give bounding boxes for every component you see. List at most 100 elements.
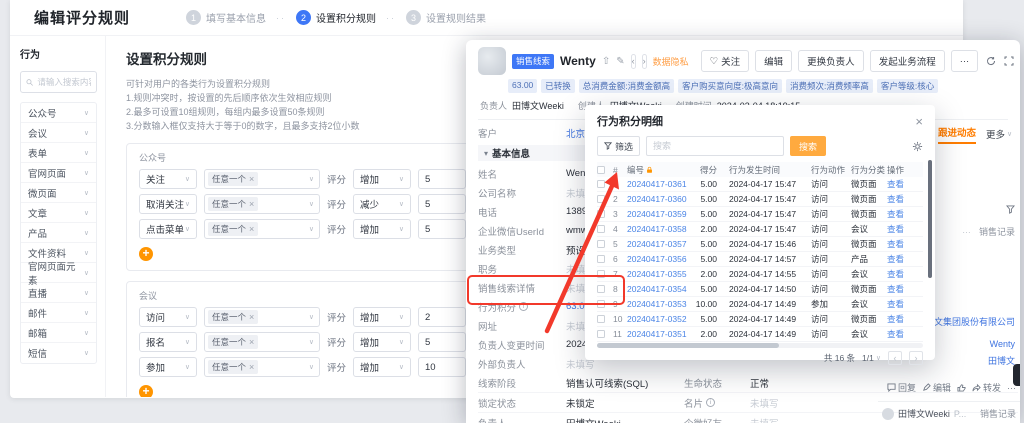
view-link[interactable]: 查看 <box>887 178 911 190</box>
change-owner-button[interactable]: 更换负责人 <box>798 50 864 72</box>
record-number-link[interactable]: 20240417-0359 <box>627 209 687 219</box>
action-select[interactable]: 访问∨ <box>139 307 197 327</box>
forward-button[interactable]: 转发 <box>972 381 1001 394</box>
record-number-link[interactable]: 20240417-0360 <box>627 194 687 204</box>
modal-search-input[interactable] <box>646 136 784 156</box>
row-checkbox[interactable] <box>597 210 605 218</box>
record-number-link[interactable]: 20240417-0351 <box>627 329 687 339</box>
vertical-scrollbar[interactable] <box>928 160 932 278</box>
follow-button[interactable]: ♡关注 <box>701 50 750 72</box>
edit-record-button[interactable]: 编辑 <box>922 381 951 394</box>
record-number-link[interactable]: 20240417-0352 <box>627 314 687 324</box>
operation-select[interactable]: 增加∨ <box>353 332 411 352</box>
view-link[interactable]: 查看 <box>887 223 911 235</box>
row-checkbox[interactable] <box>597 195 605 203</box>
view-link[interactable]: 查看 <box>887 313 911 325</box>
row-checkbox[interactable] <box>597 240 605 248</box>
view-link[interactable]: 查看 <box>887 283 911 295</box>
lead-tag[interactable]: 客户等级:核心 <box>877 79 938 93</box>
sidebar-category-item[interactable]: 产品 ∨ <box>21 223 96 243</box>
score-input[interactable] <box>418 219 466 239</box>
remove-tag-icon[interactable]: × <box>249 362 254 372</box>
sidebar-category-item[interactable]: 表单 ∨ <box>21 143 96 163</box>
step-basic-info[interactable]: 1 填写基本信息 <box>186 10 266 25</box>
sidebar-category-item[interactable]: 文章 ∨ <box>21 203 96 223</box>
view-link[interactable]: 查看 <box>887 298 911 310</box>
record-number-link[interactable]: 20240417-0355 <box>627 269 687 279</box>
sidebar-category-item[interactable]: 公众号 ∨ <box>21 103 96 123</box>
row-checkbox[interactable] <box>597 315 605 323</box>
reply-button[interactable]: 回复 <box>887 381 916 394</box>
info-icon[interactable]: i <box>706 398 715 407</box>
row-checkbox[interactable] <box>597 225 605 233</box>
row-checkbox[interactable] <box>597 270 605 278</box>
remove-tag-icon[interactable]: × <box>249 337 254 347</box>
lead-tag[interactable]: 63.00 <box>508 79 537 93</box>
remove-tag-icon[interactable]: × <box>249 199 254 209</box>
feed-user-link[interactable]: 田博文 <box>988 354 1015 367</box>
sidebar-category-item[interactable]: 会议 ∨ <box>21 123 96 143</box>
data-privacy-link[interactable]: 数据隐私 <box>653 55 689 68</box>
side-drawer-handle[interactable] <box>1013 364 1020 386</box>
lead-tag[interactable]: 已转换 <box>541 79 575 93</box>
prev-page-button[interactable]: ‹ <box>888 351 902 365</box>
modal-search-button[interactable]: 搜索 <box>790 136 826 156</box>
operation-select[interactable]: 增加∨ <box>353 169 411 189</box>
sidebar-category-item[interactable]: 邮件 ∨ <box>21 303 96 323</box>
view-link[interactable]: 查看 <box>887 238 911 250</box>
add-rule-button[interactable]: + <box>139 247 153 261</box>
target-multiselect[interactable]: 任意一个× ∨ <box>204 219 320 239</box>
row-checkbox[interactable] <box>597 285 605 293</box>
remove-tag-icon[interactable]: × <box>249 174 254 184</box>
score-input[interactable] <box>418 357 466 377</box>
operation-select[interactable]: 增加∨ <box>353 307 411 327</box>
score-input[interactable] <box>418 307 466 327</box>
fullscreen-icon[interactable] <box>1004 56 1014 66</box>
action-select[interactable]: 点击菜单∨ <box>139 219 197 239</box>
edit-button[interactable]: 编辑 <box>755 50 792 72</box>
row-checkbox[interactable] <box>597 330 605 338</box>
edit-icon[interactable]: ✎ <box>616 56 624 67</box>
tab-activity[interactable]: 跟进动态 <box>938 125 976 144</box>
feed-contact-link[interactable]: Wenty <box>990 339 1015 349</box>
row-checkbox[interactable] <box>597 300 605 308</box>
lead-tag[interactable]: 客户购买意向度:极高意向 <box>678 79 782 93</box>
target-multiselect[interactable]: 任意一个× ∨ <box>204 307 320 327</box>
view-link[interactable]: 查看 <box>887 193 911 205</box>
next-record-button[interactable]: › <box>642 54 647 69</box>
close-icon[interactable]: × <box>915 115 923 128</box>
next-page-button[interactable]: › <box>909 351 923 365</box>
record-number-link[interactable]: 20240417-0356 <box>627 254 687 264</box>
remove-tag-icon[interactable]: × <box>249 312 254 322</box>
lead-tag[interactable]: 消费频次:消费频率高 <box>786 79 873 93</box>
info-icon[interactable]: i <box>519 302 528 311</box>
record-number-link[interactable]: 20240417-0357 <box>627 239 687 249</box>
operation-select[interactable]: 增加∨ <box>353 357 411 377</box>
step-rule-result[interactable]: 3 设置规则结果 <box>406 10 486 25</box>
sidebar-category-item[interactable]: 官网页面元素 ∨ <box>21 263 96 283</box>
view-link[interactable]: 查看 <box>887 253 911 265</box>
record-number-link[interactable]: 20240417-0353 <box>627 299 687 309</box>
view-link[interactable]: 查看 <box>887 208 911 220</box>
start-workflow-button[interactable]: 发起业务流程 <box>870 50 945 72</box>
score-input[interactable] <box>418 169 466 189</box>
filter-button[interactable]: 筛选 <box>597 136 640 156</box>
lead-tag[interactable]: 总消费金额:消费金额高 <box>579 79 674 93</box>
target-multiselect[interactable]: 任意一个× ∨ <box>204 332 320 352</box>
row-checkbox[interactable] <box>597 180 605 188</box>
feed-entry[interactable]: …销售记录 <box>962 225 1015 238</box>
action-select[interactable]: 取消关注∨ <box>139 194 197 214</box>
refresh-icon[interactable] <box>986 56 996 66</box>
record-number-link[interactable]: 20240417-0358 <box>627 224 687 234</box>
more-actions-button[interactable]: ··· <box>951 50 979 72</box>
sidebar-category-item[interactable]: 邮箱 ∨ <box>21 323 96 343</box>
feed-footer-user[interactable]: 田博文Weeki <box>898 407 950 420</box>
tab-more[interactable]: 更多∨ <box>986 127 1012 144</box>
score-input[interactable] <box>418 332 466 352</box>
score-input[interactable] <box>418 194 466 214</box>
sidebar-category-item[interactable]: 短信 ∨ <box>21 343 96 363</box>
view-link[interactable]: 查看 <box>887 268 911 280</box>
select-all-checkbox[interactable] <box>597 166 605 174</box>
gear-icon[interactable] <box>912 141 923 152</box>
sidebar-category-item[interactable]: 官网页面 ∨ <box>21 163 96 183</box>
